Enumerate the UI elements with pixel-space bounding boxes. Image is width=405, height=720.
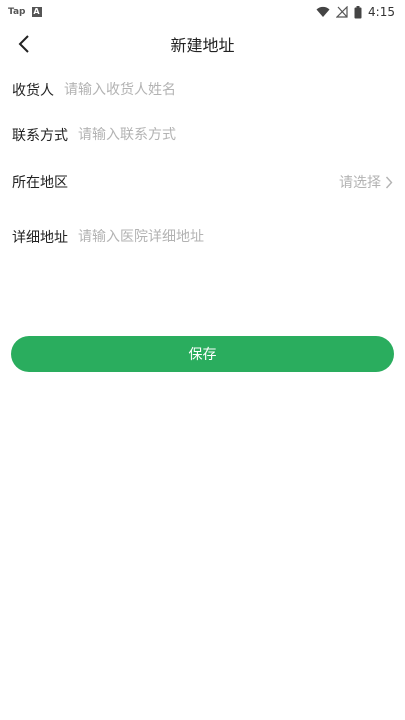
address-input[interactable] — [78, 229, 393, 245]
address-row: 详细地址 — [12, 222, 393, 252]
contact-row: 联系方式 — [12, 120, 393, 150]
status-time: 4:15 — [368, 5, 395, 19]
recipient-input[interactable] — [64, 82, 393, 98]
save-button[interactable]: 保存 — [11, 336, 394, 372]
status-bar: Tap A 4:15 — [0, 0, 405, 24]
chevron-right-icon — [385, 176, 393, 188]
chevron-left-icon — [18, 35, 29, 53]
wifi-icon — [316, 6, 330, 18]
region-select-text: 请选择 — [339, 175, 381, 191]
recipient-row: 收货人 — [12, 75, 393, 105]
page-title: 新建地址 — [170, 36, 235, 55]
region-select[interactable]: 请选择 — [339, 172, 393, 192]
contact-label: 联系方式 — [12, 128, 68, 144]
status-notification-icon: A — [31, 7, 42, 17]
header: 新建地址 — [0, 24, 405, 64]
back-button[interactable] — [10, 30, 38, 58]
no-signal-icon — [336, 6, 348, 18]
region-label: 所在地区 — [12, 175, 68, 191]
new-address-screen: Tap A 4:15 新建地址 收货人 请输入收货人姓名 联系方式 请输入联系方… — [0, 0, 405, 720]
region-row[interactable]: 所在地区 请选择 — [12, 167, 393, 197]
battery-icon — [354, 5, 362, 19]
contact-input[interactable] — [78, 127, 393, 143]
status-left: Tap A — [8, 7, 42, 17]
status-app-label: Tap — [8, 7, 26, 17]
address-label: 详细地址 — [12, 230, 68, 246]
status-right: 4:15 — [316, 5, 395, 19]
recipient-label: 收货人 — [12, 83, 54, 99]
